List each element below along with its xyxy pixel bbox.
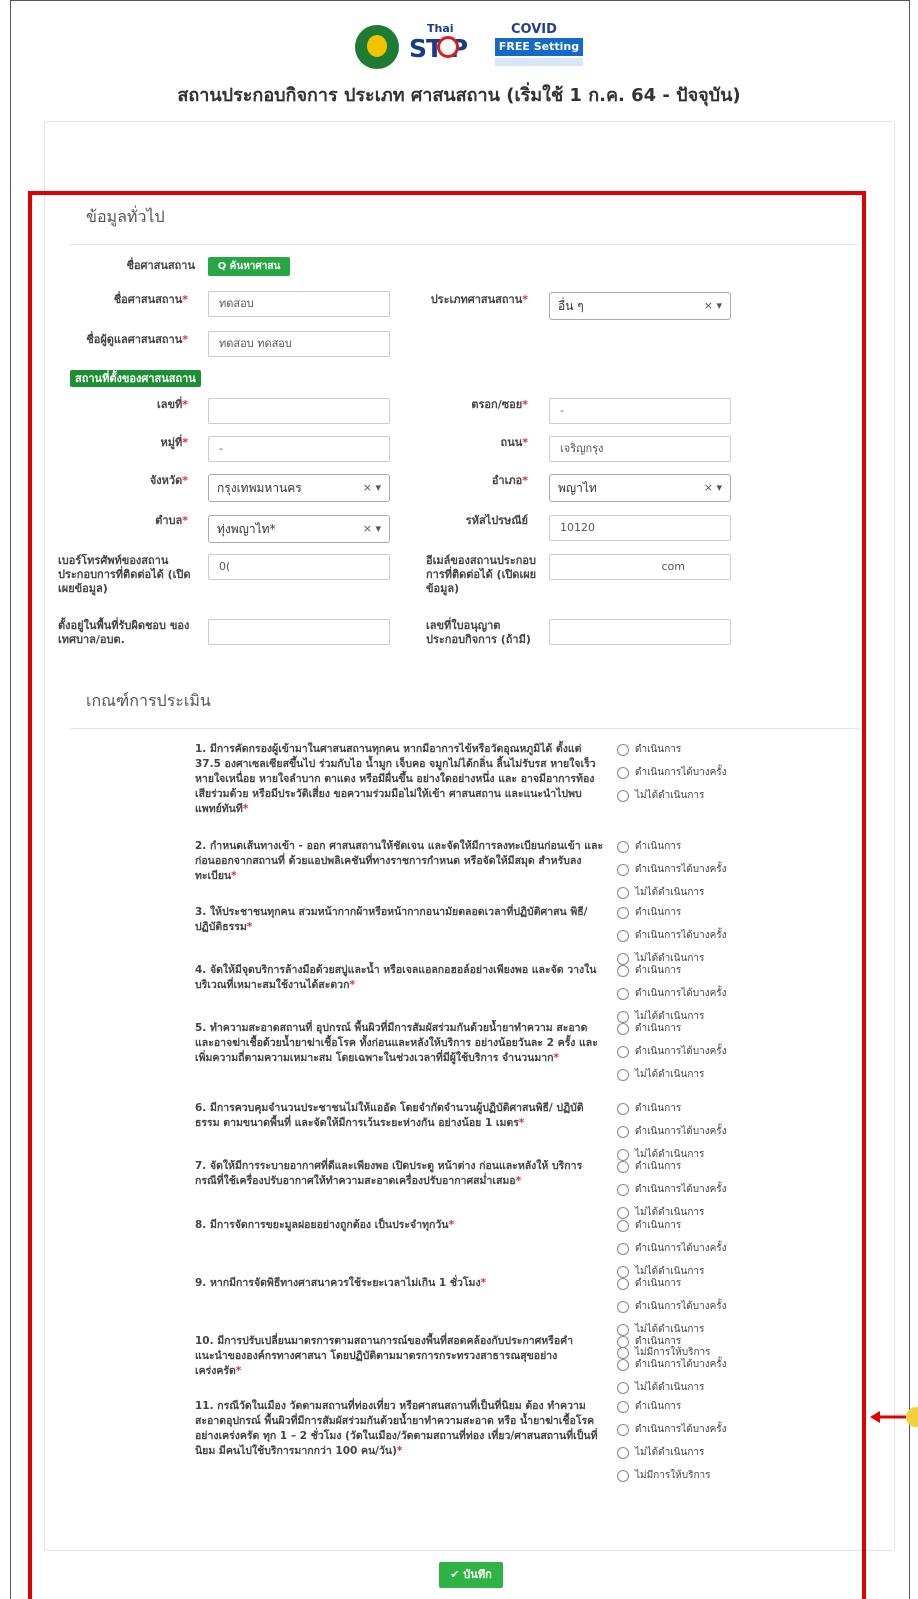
highlight-box — [28, 191, 866, 1599]
arrow-left-icon — [870, 1407, 918, 1427]
logo-bar: Thai ST P COVID FREE Setting — [355, 22, 583, 72]
page-title: สถานประกอบกิจการ ประเภท ศาสนสถาน (เริ่มใ… — [177, 85, 741, 106]
covid-free-setting-logo: COVID FREE Setting — [495, 22, 583, 72]
save-button[interactable]: ✔ บันทึก — [439, 1562, 503, 1588]
thai-stop-covid-logo: Thai ST P — [409, 22, 485, 72]
ministry-logo — [355, 25, 399, 69]
